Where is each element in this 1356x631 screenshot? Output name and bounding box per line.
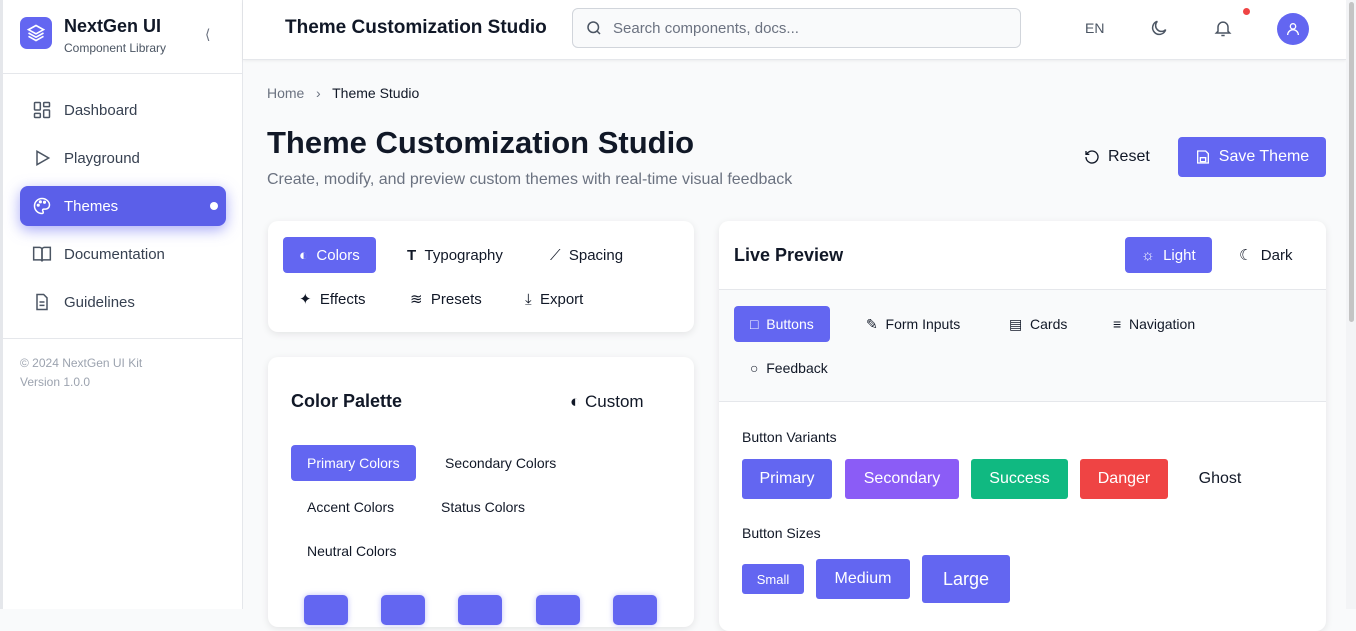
- color-swatch[interactable]: [458, 595, 502, 625]
- tab-typography[interactable]: T Typography: [391, 237, 519, 273]
- bell-icon[interactable]: [1213, 18, 1233, 41]
- collapse-sidebar-chevron-icon[interactable]: ⟨: [205, 26, 210, 43]
- top-header: Theme Customization Studio Search compon…: [243, 0, 1346, 60]
- rotate-ccw-icon: [1085, 150, 1099, 164]
- danger-button[interactable]: Danger: [1080, 459, 1168, 499]
- sidebar-item-playground[interactable]: Playground: [20, 138, 226, 178]
- sidebar-item-dashboard[interactable]: Dashboard: [20, 90, 226, 130]
- custom-button[interactable]: ◐ Custom: [570, 392, 644, 412]
- download-icon: ⤓: [525, 290, 532, 308]
- scrollbar[interactable]: [1346, 0, 1356, 609]
- live-preview-card: Live Preview ☼ Light ☾ Dark □ Buttons ✎ …: [719, 221, 1326, 631]
- button-variants-label: Button Variants: [742, 429, 837, 445]
- palette-icon: ◐: [570, 392, 581, 411]
- sidebar-item-documentation[interactable]: Documentation: [20, 234, 226, 274]
- moon-icon: ☾: [1239, 247, 1253, 264]
- book-icon: [32, 246, 52, 262]
- palette-title: Color Palette: [291, 391, 403, 411]
- sun-icon: ☼: [1141, 246, 1155, 264]
- ghost-button[interactable]: Ghost: [1179, 459, 1261, 499]
- page-title: Theme Customization Studio: [267, 125, 695, 160]
- group-accent[interactable]: Accent Colors: [291, 489, 410, 525]
- color-swatch[interactable]: [536, 595, 580, 625]
- reset-button[interactable]: Reset: [1072, 137, 1162, 177]
- light-mode-button[interactable]: ☼ Light: [1125, 237, 1212, 273]
- sparkles-icon: ✦: [299, 291, 312, 308]
- notification-badge: [1243, 8, 1250, 15]
- language-selector[interactable]: EN: [1085, 20, 1104, 36]
- layers-icon: ≋: [410, 291, 423, 308]
- color-palette-card: Color Palette ◐ Custom Primary Colors Se…: [268, 357, 694, 627]
- tab-presets[interactable]: ≋ Presets: [394, 281, 498, 317]
- header-title: Theme Customization Studio: [285, 17, 547, 38]
- color-swatch[interactable]: [381, 595, 425, 625]
- breadcrumb: Home › Theme Studio: [267, 85, 420, 101]
- type-icon: T: [407, 246, 417, 264]
- preview-tab-cards[interactable]: ▤ Cards: [993, 306, 1083, 342]
- avatar[interactable]: [1277, 13, 1309, 45]
- search-icon: [587, 21, 601, 35]
- page-subtitle: Create, modify, and preview custom theme…: [267, 171, 793, 188]
- group-secondary[interactable]: Secondary Colors: [429, 445, 572, 481]
- tab-colors[interactable]: ◐ Colors: [283, 237, 376, 273]
- sidebar-item-themes[interactable]: Themes: [20, 186, 226, 226]
- sidebar-item-label: Documentation: [64, 245, 165, 263]
- button-sizes-label: Button Sizes: [742, 525, 821, 541]
- large-button[interactable]: Large: [922, 555, 1010, 603]
- sidebar-item-label: Dashboard: [64, 101, 138, 119]
- tab-spacing[interactable]: ⟋ Spacing: [534, 237, 639, 273]
- edit-icon: ✎: [866, 315, 878, 332]
- success-button[interactable]: Success: [971, 459, 1068, 499]
- menu-icon: ≡: [1113, 316, 1122, 332]
- sidebar-item-label: Themes: [64, 197, 119, 215]
- sidebar: NextGen UI Component Library ⟨ Dashboard…: [0, 0, 243, 609]
- preview-tab-form-inputs[interactable]: ✎ Form Inputs: [850, 306, 976, 342]
- grid-icon: [33, 101, 51, 119]
- preview-tab-navigation[interactable]: ≡ Navigation: [1097, 306, 1211, 342]
- version: Version 1.0.0: [20, 375, 91, 389]
- layers-icon: [20, 17, 52, 49]
- group-status[interactable]: Status Colors: [425, 489, 541, 525]
- play-icon: [36, 150, 51, 166]
- group-neutral[interactable]: Neutral Colors: [291, 533, 412, 569]
- tab-effects[interactable]: ✦ Effects: [283, 281, 382, 317]
- layout-icon: ▤: [1009, 315, 1023, 332]
- tab-export[interactable]: ⤓ Export: [509, 281, 599, 317]
- search-input[interactable]: Search components, docs...: [572, 8, 1021, 48]
- active-indicator: [210, 202, 218, 210]
- copyright: © 2024 NextGen UI Kit: [20, 356, 143, 370]
- medium-button[interactable]: Medium: [816, 559, 910, 599]
- breadcrumb-current: Theme Studio: [332, 85, 420, 101]
- preview-tab-buttons[interactable]: □ Buttons: [734, 306, 830, 342]
- sidebar-item-guidelines[interactable]: Guidelines: [20, 282, 226, 322]
- brand-name: NextGen UI: [64, 16, 162, 36]
- sidebar-item-label: Playground: [64, 149, 140, 167]
- palette-icon: [33, 197, 51, 215]
- moon-icon[interactable]: [1149, 18, 1169, 41]
- primary-button[interactable]: Primary: [742, 459, 832, 499]
- color-swatch[interactable]: [613, 595, 657, 625]
- user-icon: [1287, 23, 1299, 36]
- breadcrumb-home[interactable]: Home: [267, 85, 304, 101]
- square-icon: □: [750, 316, 759, 332]
- brand-subtitle: Component Library: [64, 41, 167, 55]
- message-circle-icon: ○: [750, 360, 759, 376]
- save-icon: [1196, 150, 1209, 164]
- small-button[interactable]: Small: [742, 564, 804, 594]
- editor-tabs-card: ◐ Colors T Typography ⟋ Spacing ✦ Effect…: [268, 221, 694, 332]
- group-primary[interactable]: Primary Colors: [291, 445, 416, 481]
- save-theme-button[interactable]: Save Theme: [1178, 137, 1326, 177]
- dark-mode-button[interactable]: ☾ Dark: [1223, 237, 1308, 273]
- preview-title: Live Preview: [734, 245, 844, 265]
- color-swatch[interactable]: [304, 595, 348, 625]
- sidebar-item-label: Guidelines: [64, 293, 135, 311]
- preview-tab-feedback[interactable]: ○ Feedback: [734, 350, 844, 386]
- ruler-icon: ⟋: [550, 246, 561, 264]
- palette-icon: ◐: [299, 246, 309, 264]
- file-text-icon: [36, 293, 48, 311]
- secondary-button[interactable]: Secondary: [845, 459, 959, 499]
